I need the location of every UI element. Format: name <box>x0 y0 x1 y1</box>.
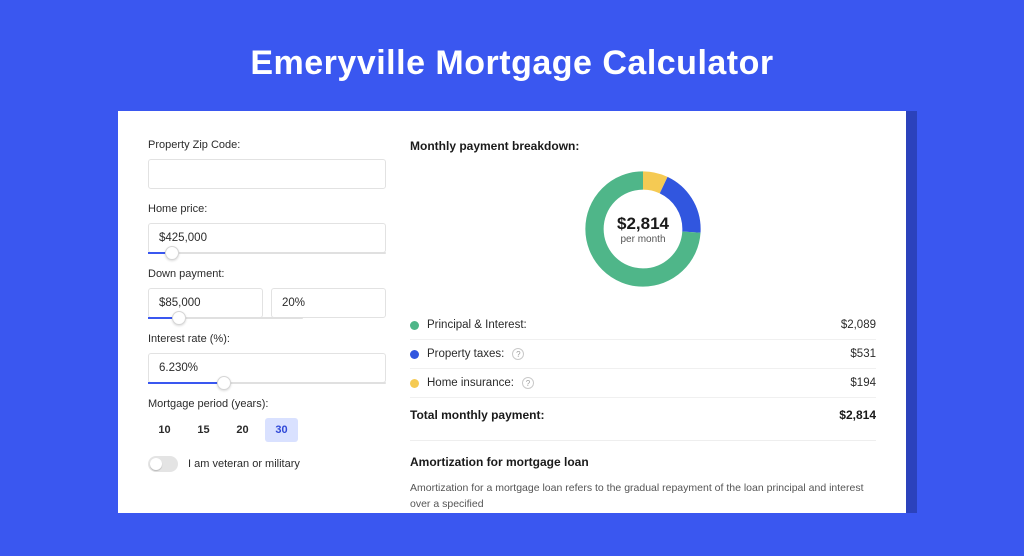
down-payment-group: Down payment: <box>148 268 386 319</box>
veteran-row: I am veteran or military <box>148 456 386 472</box>
home-price-input[interactable] <box>148 223 386 253</box>
breakdown-title: Monthly payment breakdown: <box>410 139 876 153</box>
veteran-label: I am veteran or military <box>188 458 300 470</box>
legend-row-principal: Principal & Interest: $2,089 <box>410 311 876 340</box>
legend-label: Home insurance: <box>427 377 514 389</box>
dot-icon <box>410 321 419 330</box>
calculator-card: Property Zip Code: Home price: Down paym… <box>118 111 906 513</box>
interest-rate-input[interactable] <box>148 353 386 383</box>
interest-rate-group: Interest rate (%): <box>148 333 386 384</box>
page-title: Emeryville Mortgage Calculator <box>0 44 1024 83</box>
amortization-section: Amortization for mortgage loan Amortizat… <box>410 440 876 513</box>
legend-label: Property taxes: <box>427 348 504 360</box>
amortization-text: Amortization for a mortgage loan refers … <box>410 481 876 513</box>
zip-group: Property Zip Code: <box>148 139 386 189</box>
legend-label: Principal & Interest: <box>427 319 527 331</box>
interest-rate-slider-thumb[interactable] <box>217 376 231 390</box>
legend-value: $531 <box>850 348 876 360</box>
period-group: Mortgage period (years): 10 15 20 30 <box>148 398 386 442</box>
donut-chart-wrap: $2,814 per month <box>410 165 876 293</box>
period-option-15[interactable]: 15 <box>187 418 220 442</box>
total-label: Total monthly payment: <box>410 408 544 422</box>
down-payment-input[interactable] <box>148 288 263 318</box>
donut-chart: $2,814 per month <box>579 165 707 293</box>
legend-row-insurance: Home insurance: ? $194 <box>410 369 876 398</box>
dot-icon <box>410 379 419 388</box>
down-payment-label: Down payment: <box>148 268 386 280</box>
info-icon[interactable]: ? <box>512 348 524 360</box>
down-payment-slider[interactable] <box>148 317 303 319</box>
interest-rate-slider[interactable] <box>148 382 386 384</box>
interest-rate-slider-fill <box>148 382 224 384</box>
results-panel: Monthly payment breakdown: $2,814 per mo… <box>410 139 876 513</box>
total-value: $2,814 <box>839 408 876 422</box>
veteran-toggle[interactable] <box>148 456 178 472</box>
interest-rate-label: Interest rate (%): <box>148 333 386 345</box>
donut-sub: per month <box>620 234 665 245</box>
donut-amount: $2,814 <box>617 214 669 234</box>
info-icon[interactable]: ? <box>522 377 534 389</box>
zip-input[interactable] <box>148 159 386 189</box>
period-option-20[interactable]: 20 <box>226 418 259 442</box>
total-row: Total monthly payment: $2,814 <box>410 398 876 438</box>
legend-row-taxes: Property taxes: ? $531 <box>410 340 876 369</box>
period-option-30[interactable]: 30 <box>265 418 298 442</box>
period-option-10[interactable]: 10 <box>148 418 181 442</box>
amortization-title: Amortization for mortgage loan <box>410 455 876 469</box>
home-price-slider-thumb[interactable] <box>165 246 179 260</box>
period-options: 10 15 20 30 <box>148 418 386 442</box>
down-payment-percent-input[interactable] <box>271 288 386 318</box>
down-payment-slider-thumb[interactable] <box>172 311 186 325</box>
legend-value: $2,089 <box>841 319 876 331</box>
home-price-group: Home price: <box>148 203 386 254</box>
home-price-label: Home price: <box>148 203 386 215</box>
home-price-slider[interactable] <box>148 252 386 254</box>
dot-icon <box>410 350 419 359</box>
inputs-panel: Property Zip Code: Home price: Down paym… <box>148 139 386 513</box>
legend-value: $194 <box>850 377 876 389</box>
donut-center: $2,814 per month <box>579 165 707 293</box>
zip-label: Property Zip Code: <box>148 139 386 151</box>
period-label: Mortgage period (years): <box>148 398 386 410</box>
